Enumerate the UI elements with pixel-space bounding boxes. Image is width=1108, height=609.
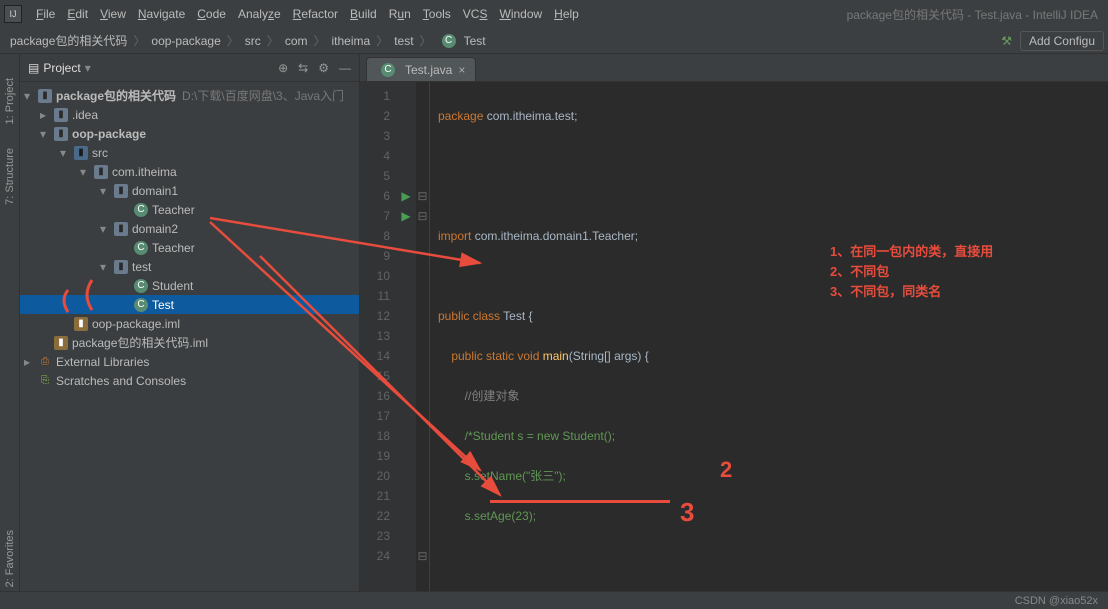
project-panel: ▤Project ▾ ⊕ ⇆ ⚙ — ▾▮package包的相关代码D:\下载\… xyxy=(20,54,360,591)
menu-view[interactable]: View xyxy=(94,3,132,25)
build-icon[interactable]: ⚒ xyxy=(1001,34,1012,48)
annotation-1: 1、在同一包内的类，直接用 xyxy=(830,242,993,262)
gutter-run-markers[interactable]: ▶▶ xyxy=(396,82,416,591)
red-underline xyxy=(490,500,670,503)
tree-test[interactable]: ▾▮test xyxy=(20,257,359,276)
tree-src[interactable]: ▾▮src xyxy=(20,143,359,162)
target-icon[interactable]: ⊕ xyxy=(278,61,288,75)
code-area[interactable]: package com.itheima.test; import com.ith… xyxy=(430,82,1108,591)
left-tool-tabs: 1: Project 7: Structure 2: Favorites xyxy=(0,54,20,591)
editor-tab-label: Test.java xyxy=(405,63,452,77)
gear-icon[interactable]: ⚙ xyxy=(318,61,329,75)
menu-vcs[interactable]: VCS xyxy=(457,3,494,25)
menu-help[interactable]: Help xyxy=(548,3,585,25)
tree-oop[interactable]: ▾▮oop-package xyxy=(20,124,359,143)
tree-iml-oop[interactable]: ▮oop-package.iml xyxy=(20,314,359,333)
tree-idea[interactable]: ▸▮.idea xyxy=(20,105,359,124)
red-mark-2: 2 xyxy=(720,460,732,480)
tree-test-class[interactable]: CTest xyxy=(20,295,359,314)
menu-code[interactable]: Code xyxy=(191,3,232,25)
red-mark-3: 3 xyxy=(680,502,694,522)
tree-ext-libs[interactable]: ▸⎙External Libraries xyxy=(20,352,359,371)
menu-window[interactable]: Window xyxy=(493,3,548,25)
side-tab-project[interactable]: 1: Project xyxy=(2,74,18,128)
crumb-itheima[interactable]: itheima xyxy=(326,32,377,50)
annotation-2: 2、不同包 xyxy=(830,262,889,282)
crumb-module[interactable]: oop-package xyxy=(145,32,226,50)
breadcrumb: package包的相关代码〉 oop-package〉 src〉 com〉 it… xyxy=(0,28,1108,54)
gutter-line-numbers: 123456789101112131415161718192021222324 xyxy=(360,82,396,591)
statusbar xyxy=(0,591,1108,609)
side-tab-favorites[interactable]: 2: Favorites xyxy=(2,526,18,591)
tree-pkg[interactable]: ▾▮com.itheima xyxy=(20,162,359,181)
menu-refactor[interactable]: Refactor xyxy=(287,3,344,25)
crumb-class[interactable]: CTest xyxy=(432,32,492,50)
window-title: package包的相关代码 - Test.java - IntelliJ IDE… xyxy=(847,6,1104,23)
menu-tools[interactable]: Tools xyxy=(417,3,457,25)
menu-run[interactable]: Run xyxy=(383,3,417,25)
project-title[interactable]: Project xyxy=(43,61,80,75)
tree-iml-root[interactable]: ▮package包的相关代码.iml xyxy=(20,333,359,352)
watermark: CSDN @xiao52x xyxy=(1015,595,1098,607)
project-panel-header: ▤Project ▾ ⊕ ⇆ ⚙ — xyxy=(20,54,359,82)
project-tree[interactable]: ▾▮package包的相关代码D:\下载\百度网盘\3、Java入门 ▸▮.id… xyxy=(20,82,359,591)
add-configuration-button[interactable]: Add Configu xyxy=(1020,31,1104,51)
tree-d1-teacher[interactable]: CTeacher xyxy=(20,200,359,219)
close-icon[interactable]: × xyxy=(458,63,465,77)
menu-build[interactable]: Build xyxy=(344,3,383,25)
tree-d2-teacher[interactable]: CTeacher xyxy=(20,238,359,257)
crumb-root[interactable]: package包的相关代码 xyxy=(4,30,133,51)
menubar: IJ File Edit View Navigate Code Analyze … xyxy=(0,0,1108,28)
project-icon: ▤ xyxy=(28,61,39,75)
menu-analyze[interactable]: Analyze xyxy=(232,3,287,25)
menu-navigate[interactable]: Navigate xyxy=(132,3,191,25)
crumb-com[interactable]: com xyxy=(279,32,314,50)
tree-root[interactable]: ▾▮package包的相关代码D:\下载\百度网盘\3、Java入门 xyxy=(20,86,359,105)
crumb-src[interactable]: src xyxy=(239,32,267,50)
class-icon: C xyxy=(381,63,395,77)
menu-edit[interactable]: Edit xyxy=(61,3,94,25)
hide-icon[interactable]: — xyxy=(339,61,351,75)
editor-tab-test[interactable]: C Test.java × xyxy=(366,57,476,81)
main-area: 1: Project 7: Structure 2: Favorites ▤ Pr… xyxy=(0,54,1108,591)
tree-domain2[interactable]: ▾▮domain2 xyxy=(20,219,359,238)
annotation-3: 3、不同包，同类名 xyxy=(830,282,941,302)
tree-student[interactable]: CStudent xyxy=(20,276,359,295)
editor-area: C Test.java × 12345678910111213141516171… xyxy=(360,54,1108,591)
toolbar-right: ⚒ Add Configu xyxy=(1001,31,1104,51)
editor-body[interactable]: 123456789101112131415161718192021222324 … xyxy=(360,82,1108,591)
crumb-test[interactable]: test xyxy=(388,32,419,50)
editor-tabbar: C Test.java × xyxy=(360,54,1108,82)
collapse-icon[interactable]: ⇆ xyxy=(298,61,308,75)
app-logo: IJ xyxy=(4,5,22,23)
tree-scratches[interactable]: ⎘Scratches and Consoles xyxy=(20,371,359,390)
gutter-folding[interactable]: ⊟⊟ ⊟ xyxy=(416,82,430,591)
side-tab-structure[interactable]: 7: Structure xyxy=(2,144,18,209)
menu-file[interactable]: File xyxy=(30,3,61,25)
tree-domain1[interactable]: ▾▮domain1 xyxy=(20,181,359,200)
